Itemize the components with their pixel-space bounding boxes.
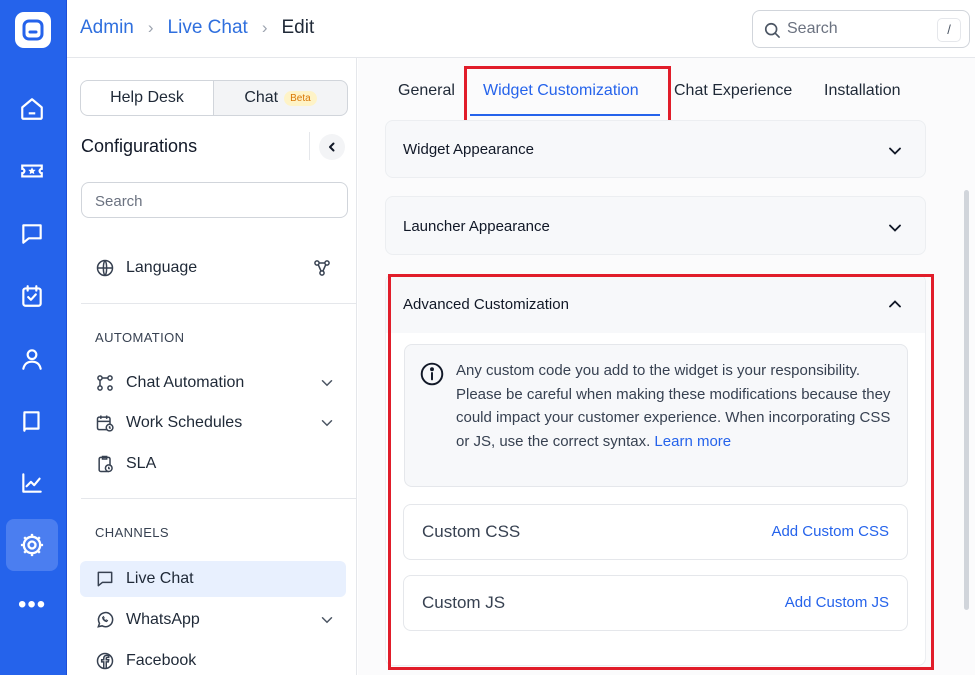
nav-item-work-schedules[interactable]: Work Schedules [80, 405, 346, 441]
section-widget-appearance[interactable]: Widget Appearance [385, 120, 926, 178]
config-search[interactable] [81, 182, 348, 218]
chevron-down-icon [889, 147, 901, 155]
search-shortcut-hint: / [937, 18, 961, 42]
app-icon-rail: ••• [0, 0, 67, 675]
nav-item-whatsapp[interactable]: WhatsApp [80, 602, 346, 638]
breadcrumb-current: Edit [281, 17, 315, 38]
global-search[interactable]: / [752, 10, 970, 48]
highlight-box-advanced [388, 274, 934, 670]
logo-icon[interactable] [15, 12, 51, 48]
nav-item-label: Facebook [126, 652, 197, 669]
section-title: Widget Appearance [403, 141, 534, 158]
more-icon[interactable]: ••• [18, 593, 46, 617]
whatsapp-icon [94, 609, 116, 631]
breadcrumb-live-chat[interactable]: Live Chat [168, 17, 248, 39]
chat-bubble-icon [94, 568, 116, 590]
beta-badge: Beta [284, 90, 317, 106]
chevron-right-icon: › [147, 18, 154, 37]
calendar-clock-icon [94, 412, 116, 434]
nav-item-label: Chat Automation [126, 374, 245, 391]
nav-item-label: SLA [126, 455, 157, 472]
toggle-help-desk[interactable]: Help Desk [81, 81, 214, 115]
contacts-icon[interactable] [18, 345, 46, 373]
highlight-box-tab [464, 66, 671, 128]
main-content: General Widget Customization Chat Experi… [358, 58, 975, 675]
toggle-chat[interactable]: Chat Beta [214, 81, 347, 115]
nav-item-facebook[interactable]: Facebook [80, 643, 346, 675]
tickets-icon[interactable] [18, 157, 46, 185]
chevron-left-icon [329, 142, 335, 152]
settings-icon[interactable] [6, 519, 58, 571]
nav-item-label: WhatsApp [126, 611, 200, 628]
nav-item-language[interactable]: Language [80, 250, 346, 286]
workflow-icon [94, 372, 116, 394]
section-label-automation: AUTOMATION [95, 330, 185, 345]
nav-item-sla[interactable]: SLA [80, 446, 346, 482]
module-toggle: Help Desk Chat Beta [80, 80, 348, 116]
chevron-down-icon [321, 420, 333, 427]
nav-item-label: Language [126, 259, 198, 276]
divider [309, 132, 310, 160]
nav-item-chat-automation[interactable]: Chat Automation [80, 365, 346, 401]
translation-network-icon[interactable] [312, 258, 332, 278]
collapse-panel-button[interactable] [319, 134, 345, 160]
breadcrumb-admin[interactable]: Admin [80, 17, 134, 39]
sla-clipboard-icon [94, 453, 116, 475]
globe-icon [94, 257, 116, 279]
analytics-icon[interactable] [18, 469, 46, 497]
toggle-chat-label: Chat [244, 89, 279, 106]
chevron-down-icon [321, 380, 333, 387]
divider [81, 303, 357, 304]
tab-general[interactable]: General [398, 82, 455, 100]
chevron-right-icon: › [261, 18, 268, 37]
home-icon[interactable] [18, 95, 46, 123]
toggle-help-desk-label: Help Desk [110, 89, 184, 106]
tab-chat-experience[interactable]: Chat Experience [674, 82, 792, 100]
nav-item-label: Work Schedules [126, 414, 243, 431]
section-title: Launcher Appearance [403, 218, 550, 235]
configurations-panel: Help Desk Chat Beta Configurations Langu… [67, 58, 357, 675]
section-label-channels: CHANNELS [95, 525, 169, 540]
nav-item-live-chat[interactable]: Live Chat [80, 561, 346, 597]
search-icon [764, 22, 780, 38]
chevron-down-icon [321, 617, 333, 624]
chevron-down-icon [889, 224, 901, 232]
facebook-icon [94, 650, 116, 672]
section-launcher-appearance[interactable]: Launcher Appearance [385, 196, 926, 255]
tab-installation[interactable]: Installation [824, 82, 901, 100]
knowledge-base-icon[interactable] [18, 407, 46, 435]
tasks-icon[interactable] [18, 282, 46, 310]
chat-icon[interactable] [18, 220, 46, 248]
global-search-input[interactable] [787, 18, 937, 40]
nav-item-label: Live Chat [126, 570, 194, 587]
scrollbar[interactable] [964, 190, 969, 610]
panel-title: Configurations [81, 136, 198, 156]
top-header: Admin › Live Chat › Edit / [67, 0, 975, 58]
divider [81, 498, 357, 499]
config-search-input[interactable] [95, 191, 325, 211]
breadcrumb: Admin › Live Chat › Edit [80, 17, 314, 39]
